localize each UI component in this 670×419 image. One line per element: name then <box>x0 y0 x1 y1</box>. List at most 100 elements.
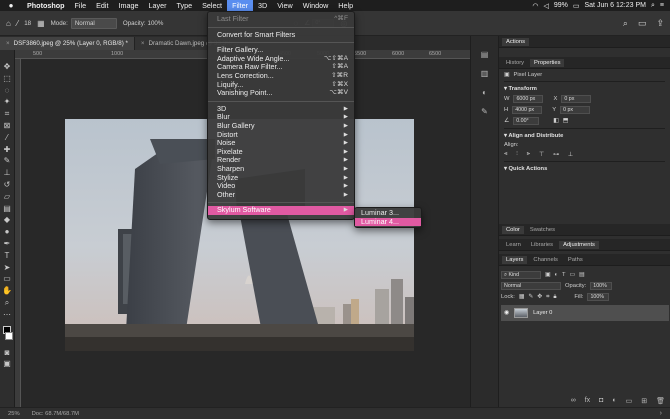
lock-paint-icon[interactable]: ✎ <box>528 294 533 300</box>
menu-app[interactable]: Photoshop <box>22 0 70 11</box>
wifi-icon[interactable]: ◠ <box>532 2 538 10</box>
menu-file[interactable]: File <box>70 0 92 11</box>
home-icon[interactable]: ⌂ <box>6 19 11 28</box>
quick-mask-icon[interactable]: ◙ <box>2 348 13 358</box>
fill-field[interactable]: 100% <box>587 293 610 301</box>
menu-view[interactable]: View <box>272 0 297 11</box>
new-layer-icon[interactable]: ⊞ <box>641 397 647 405</box>
magic-wand-tool-icon[interactable]: ✦ <box>2 97 13 107</box>
menu-select[interactable]: Select <box>197 0 227 11</box>
background-color-swatch[interactable] <box>5 331 13 340</box>
filter-type-icon[interactable]: T <box>562 272 566 278</box>
sound-icon[interactable]: ◁ <box>543 2 548 10</box>
align-title[interactable]: ▾ Align and Distribute <box>504 133 665 139</box>
battery-icon[interactable]: ▭ <box>573 2 580 10</box>
tab-channels[interactable]: Channels <box>529 256 562 264</box>
tab-learn[interactable]: Learn <box>502 241 525 249</box>
align-top-icon[interactable]: ⊤ <box>539 152 544 158</box>
x-field[interactable]: 0 px <box>561 95 592 103</box>
height-field[interactable]: 4000 px <box>512 106 543 114</box>
blur-tool-icon[interactable]: ◆ <box>2 215 13 225</box>
hand-tool-icon[interactable]: ✋ <box>2 286 13 296</box>
width-field[interactable]: 6000 px <box>513 95 544 103</box>
gradient-tool-icon[interactable]: ▤ <box>2 204 13 214</box>
menu-item-convert-smart-filters[interactable]: Convert for Smart Filters <box>208 30 354 40</box>
history-panel-icon[interactable]: ▤ <box>478 48 492 62</box>
new-adjustment-icon[interactable]: ◐ <box>612 397 616 405</box>
tab-history[interactable]: History <box>502 59 528 67</box>
adjustments-panel-icon[interactable]: ◐ <box>478 86 492 100</box>
filter-shape-icon[interactable]: ▭ <box>570 272 575 278</box>
brush-settings-icon[interactable]: ✎ <box>478 105 492 119</box>
align-center-icon[interactable]: ⫶ <box>516 151 517 158</box>
tab-color[interactable]: Color <box>502 225 524 234</box>
brush-panel-icon[interactable]: ▦ <box>37 19 45 28</box>
filter-smart-icon[interactable]: ▤ <box>579 272 584 278</box>
opacity-field[interactable]: 100% <box>590 282 613 290</box>
lock-all-icon[interactable]: 🔒︎ <box>553 294 556 301</box>
move-tool-icon[interactable]: ✥ <box>2 62 13 72</box>
align-right-icon[interactable]: ⫸ <box>527 151 530 158</box>
lock-artboard-icon[interactable]: ⌗ <box>546 294 549 301</box>
align-middle-icon[interactable]: ⊶ <box>553 152 559 158</box>
lock-position-icon[interactable]: ✥ <box>537 294 542 300</box>
layer-name[interactable]: Layer 0 <box>533 310 552 316</box>
tab-swatches[interactable]: Swatches <box>526 226 559 234</box>
y-field[interactable]: 0 px <box>560 106 591 114</box>
shape-tool-icon[interactable]: ▭ <box>2 274 13 284</box>
align-bottom-icon[interactable]: ⊥ <box>568 152 573 158</box>
stamp-tool-icon[interactable]: ⊥ <box>2 168 13 178</box>
menu-item-vanishing-point[interactable]: Vanishing Point... ⌥⌘V <box>208 88 354 98</box>
layer-filter-kind[interactable]: ⌕ Kind <box>501 271 541 279</box>
transform-title[interactable]: ▾ Transform <box>504 86 665 92</box>
align-left-icon[interactable]: ⫷ <box>504 151 507 158</box>
flip-vertical-icon[interactable]: ⬒ <box>563 118 568 124</box>
control-center-icon[interactable]: ≡ <box>660 2 664 9</box>
share-icon[interactable]: ⇪ <box>656 18 664 29</box>
close-icon[interactable]: × <box>141 40 145 47</box>
new-group-icon[interactable]: ▭ <box>626 397 633 405</box>
menu-3d[interactable]: 3D <box>253 0 272 11</box>
search-icon[interactable]: ⌕ <box>651 2 655 10</box>
menu-item-luminar-4[interactable]: Luminar 4... <box>355 217 421 227</box>
path-selection-tool-icon[interactable]: ➤ <box>2 263 13 273</box>
apple-icon[interactable]: ● <box>0 1 22 10</box>
menu-item-other[interactable]: Other ▶ <box>208 190 354 200</box>
blend-mode-select[interactable]: Normal <box>501 282 561 290</box>
flip-horizontal-icon[interactable]: ◧ <box>553 118 558 124</box>
more-tools-icon[interactable]: ⋯ <box>2 310 13 320</box>
healing-tool-icon[interactable]: ✚ <box>2 145 13 155</box>
lock-pixels-icon[interactable]: ▦ <box>519 294 524 300</box>
workspace-icon[interactable]: ▭ <box>638 18 647 29</box>
layer-row[interactable]: ◉ Layer 0 <box>501 305 669 321</box>
eraser-tool-icon[interactable]: ▱ <box>2 192 13 202</box>
search-icon[interactable]: ⌕ <box>623 18 628 29</box>
menu-window[interactable]: Window <box>298 0 334 11</box>
quick-actions-title[interactable]: ▾ Quick Actions <box>504 166 665 172</box>
properties-panel-icon[interactable]: ▥ <box>478 67 492 81</box>
clock[interactable]: Sat Jun 6 12:23 PM <box>585 2 646 9</box>
history-brush-tool-icon[interactable]: ↺ <box>2 180 13 190</box>
frame-tool-icon[interactable]: ⊠ <box>2 121 13 131</box>
lasso-tool-icon[interactable]: ◌ <box>2 86 13 96</box>
filter-adjustment-icon[interactable]: ◐ <box>554 272 558 278</box>
zoom-tool-icon[interactable]: ⌕ <box>2 298 13 308</box>
close-icon[interactable]: × <box>6 40 10 47</box>
zoom-level[interactable]: 25% <box>8 411 20 417</box>
angle-field[interactable]: 0.00° <box>513 117 540 125</box>
type-tool-icon[interactable]: T <box>2 251 13 261</box>
menu-item-skylum-software[interactable]: Skylum Software ▶ <box>208 205 354 215</box>
menu-help[interactable]: Help <box>333 0 358 11</box>
menu-layer[interactable]: Layer <box>144 0 172 11</box>
battery-percent[interactable]: 99% <box>554 2 568 9</box>
link-layers-icon[interactable]: ∞ <box>571 397 576 405</box>
tab-document-active[interactable]: × DSF3860.jpeg @ 25% (Layer 0, RGB/8) * <box>0 37 135 50</box>
tab-libraries[interactable]: Libraries <box>527 241 557 249</box>
menu-image[interactable]: Image <box>114 0 144 11</box>
eyedropper-tool-icon[interactable]: ⁄ <box>2 133 13 143</box>
mode-select[interactable]: Normal <box>70 17 117 29</box>
filter-pixel-icon[interactable]: ▣ <box>545 272 550 278</box>
tab-actions[interactable]: Actions <box>502 37 530 46</box>
tab-adjustments[interactable]: Adjustments <box>559 240 599 249</box>
crop-tool-icon[interactable]: ⌗ <box>2 109 13 119</box>
